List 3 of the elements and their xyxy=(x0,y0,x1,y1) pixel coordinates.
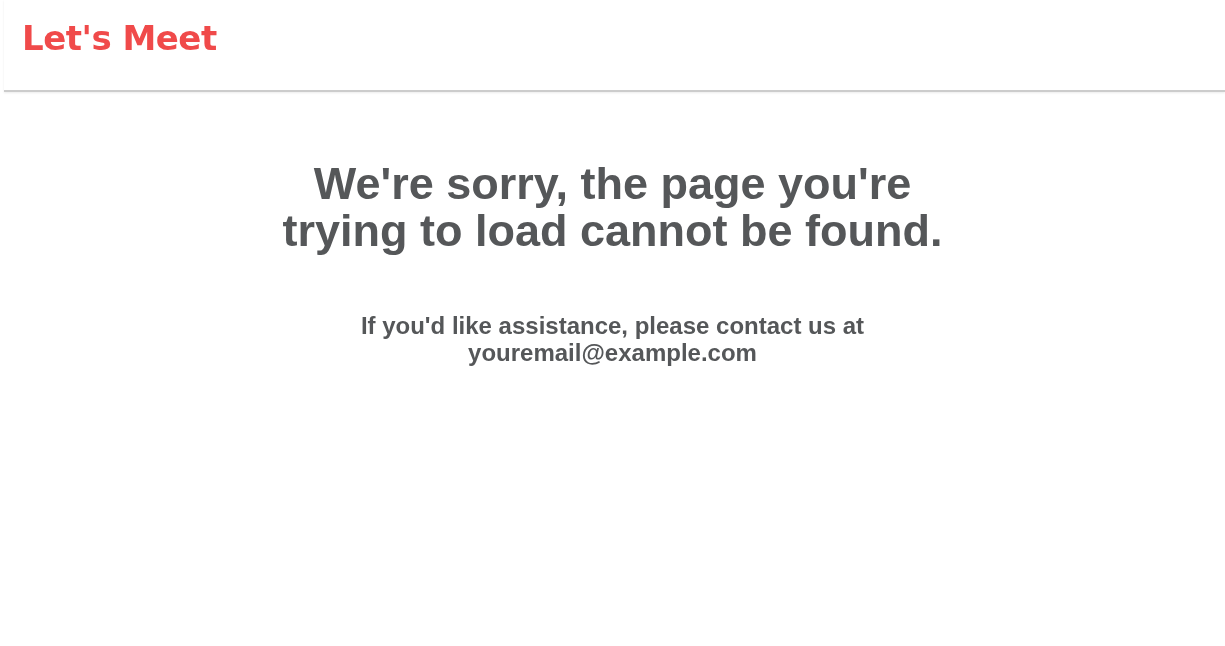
error-heading: We're sorry, the page you're trying to load cannot be found. xyxy=(281,160,944,254)
logo[interactable]: Let's Meet xyxy=(22,18,217,58)
help-message: If you'd like assistance, please contact us at youremail@example.com xyxy=(359,312,866,366)
